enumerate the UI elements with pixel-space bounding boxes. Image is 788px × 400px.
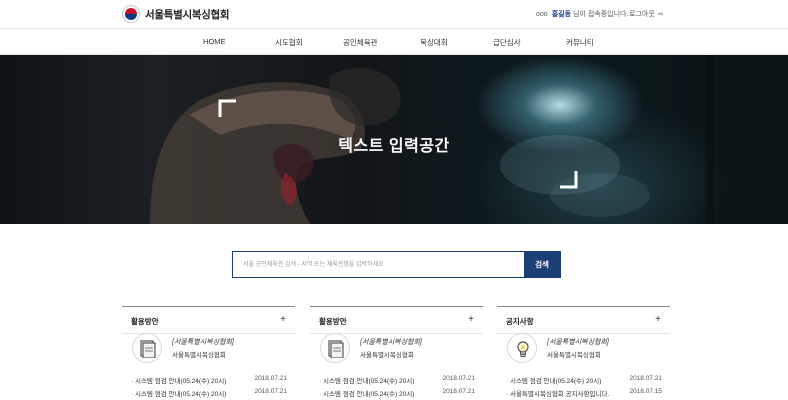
nav-item-community[interactable]: 커뮤니티	[566, 37, 594, 48]
card-title: 활용방안	[131, 317, 159, 326]
logo-emblem-icon	[122, 5, 140, 23]
gym-search-box: 검색	[232, 251, 561, 278]
list-item[interactable]: · 시스템 점검 안내(05.24(수) 20시) 2018.07.21	[319, 375, 479, 387]
card-tag: [서울특별시복싱협회]	[547, 339, 609, 346]
list-item[interactable]: · 시스템 점검 안내(05.24(수) 20시) 2018.07.21	[131, 375, 291, 387]
nav-item-grade-exam[interactable]: 급단심사	[493, 37, 521, 48]
user-status: ooo 홍길동 님이 접속중입니다.	[536, 9, 628, 19]
nav-item-certified-gym[interactable]: 공인체육관	[343, 37, 378, 48]
document-icon	[320, 333, 350, 363]
search-button[interactable]: 검색	[524, 252, 560, 277]
list-item[interactable]: · 시스템 점검 안내(05.24(수) 20시) 2018.07.21	[506, 375, 666, 387]
user-name: 홍길동	[551, 11, 572, 18]
user-suffix: 님이 접속중입니다.	[573, 11, 629, 18]
hero-title: 텍스트 입력공간	[338, 138, 450, 155]
list-item-title: · 시스템 점검 안내(05.24(수) 20시)	[506, 378, 602, 385]
card-header: 공지사항 +	[497, 307, 670, 334]
list-item-date: 2018.07.21	[254, 375, 287, 382]
hero-banner: 텍스트 입력공간	[0, 55, 788, 224]
lightbulb-icon	[507, 333, 537, 363]
logout-button[interactable]: 로그아웃 ⇨	[629, 9, 664, 19]
search-input[interactable]	[233, 252, 525, 277]
card-notices: 공지사항 + [서울특별시복싱협회] 서울특별시복싱협회 · 시스템 점검 안내…	[497, 306, 670, 400]
card-usage-plan-1: 활용방안 + [서울특별시복싱협회] 서울특별시복싱협회 · 시스템 점검 안내…	[122, 306, 295, 400]
more-plus-icon[interactable]: +	[655, 314, 661, 325]
list-item-title: · 시스템 점검 안내(05.24(수) 20시)	[131, 378, 227, 385]
list-item-date: 2018.07.21	[629, 375, 662, 382]
card-tag: [서울특별시복싱협회]	[360, 339, 422, 346]
list-item-date: 2018.07.21	[254, 388, 287, 395]
card-header: 활용방안 +	[122, 307, 295, 334]
list-item-date: 2018.07.15	[629, 388, 662, 395]
list-item-title: · 서울특별시복싱협회 공지사항입니다.	[506, 391, 610, 398]
nav-item-home[interactable]: HOME	[203, 37, 226, 46]
card-header: 활용방안 +	[310, 307, 483, 334]
user-prefix: ooo	[536, 10, 548, 18]
nav-item-city-association[interactable]: 시도협회	[275, 37, 303, 48]
list-item-title: · 시스템 점검 안내(05.24(수) 20시)	[131, 391, 227, 398]
main-nav: HOME 시도협회 공인체육관 복싱대회 급단심사 커뮤니티	[0, 28, 788, 55]
list-item-date: 2018.07.21	[442, 388, 475, 395]
list-item[interactable]: · 시스템 점검 안내(05.24(수) 20시) 2018.07.21	[319, 388, 479, 400]
card-subtitle: 서울특별시복싱협회	[360, 352, 414, 359]
logout-arrow-icon: ⇨	[657, 11, 664, 18]
site-logo[interactable]: 서울특별시복싱협회	[122, 4, 230, 24]
top-header: 서울특별시복싱협회 ooo 홍길동 님이 접속중입니다. 로그아웃 ⇨	[0, 0, 788, 28]
list-item-title: · 시스템 점검 안내(05.24(수) 20시)	[319, 378, 415, 385]
list-item-date: 2018.07.21	[442, 375, 475, 382]
card-subtitle: 서울특별시복싱협회	[172, 352, 226, 359]
card-title: 공지사항	[506, 317, 534, 326]
logout-label: 로그아웃	[629, 11, 655, 18]
document-icon	[132, 333, 162, 363]
list-item-title: · 시스템 점검 안내(05.24(수) 20시)	[319, 391, 415, 398]
list-item[interactable]: · 시스템 점검 안내(05.24(수) 20시) 2018.07.21	[131, 388, 291, 400]
card-subtitle: 서울특별시복싱협회	[547, 352, 601, 359]
logo-text: 서울특별시복싱협회	[145, 8, 230, 21]
more-plus-icon[interactable]: +	[280, 314, 286, 325]
nav-item-boxing-competition[interactable]: 복싱대회	[420, 37, 448, 48]
card-title: 활용방안	[319, 317, 347, 326]
more-plus-icon[interactable]: +	[468, 314, 474, 325]
list-item[interactable]: · 서울특별시복싱협회 공지사항입니다. 2018.07.15	[506, 388, 666, 400]
card-usage-plan-2: 활용방안 + [서울특별시복싱협회] 서울특별시복싱협회 · 시스템 점검 안내…	[310, 306, 483, 400]
card-tag: [서울특별시복싱협회]	[172, 339, 234, 346]
